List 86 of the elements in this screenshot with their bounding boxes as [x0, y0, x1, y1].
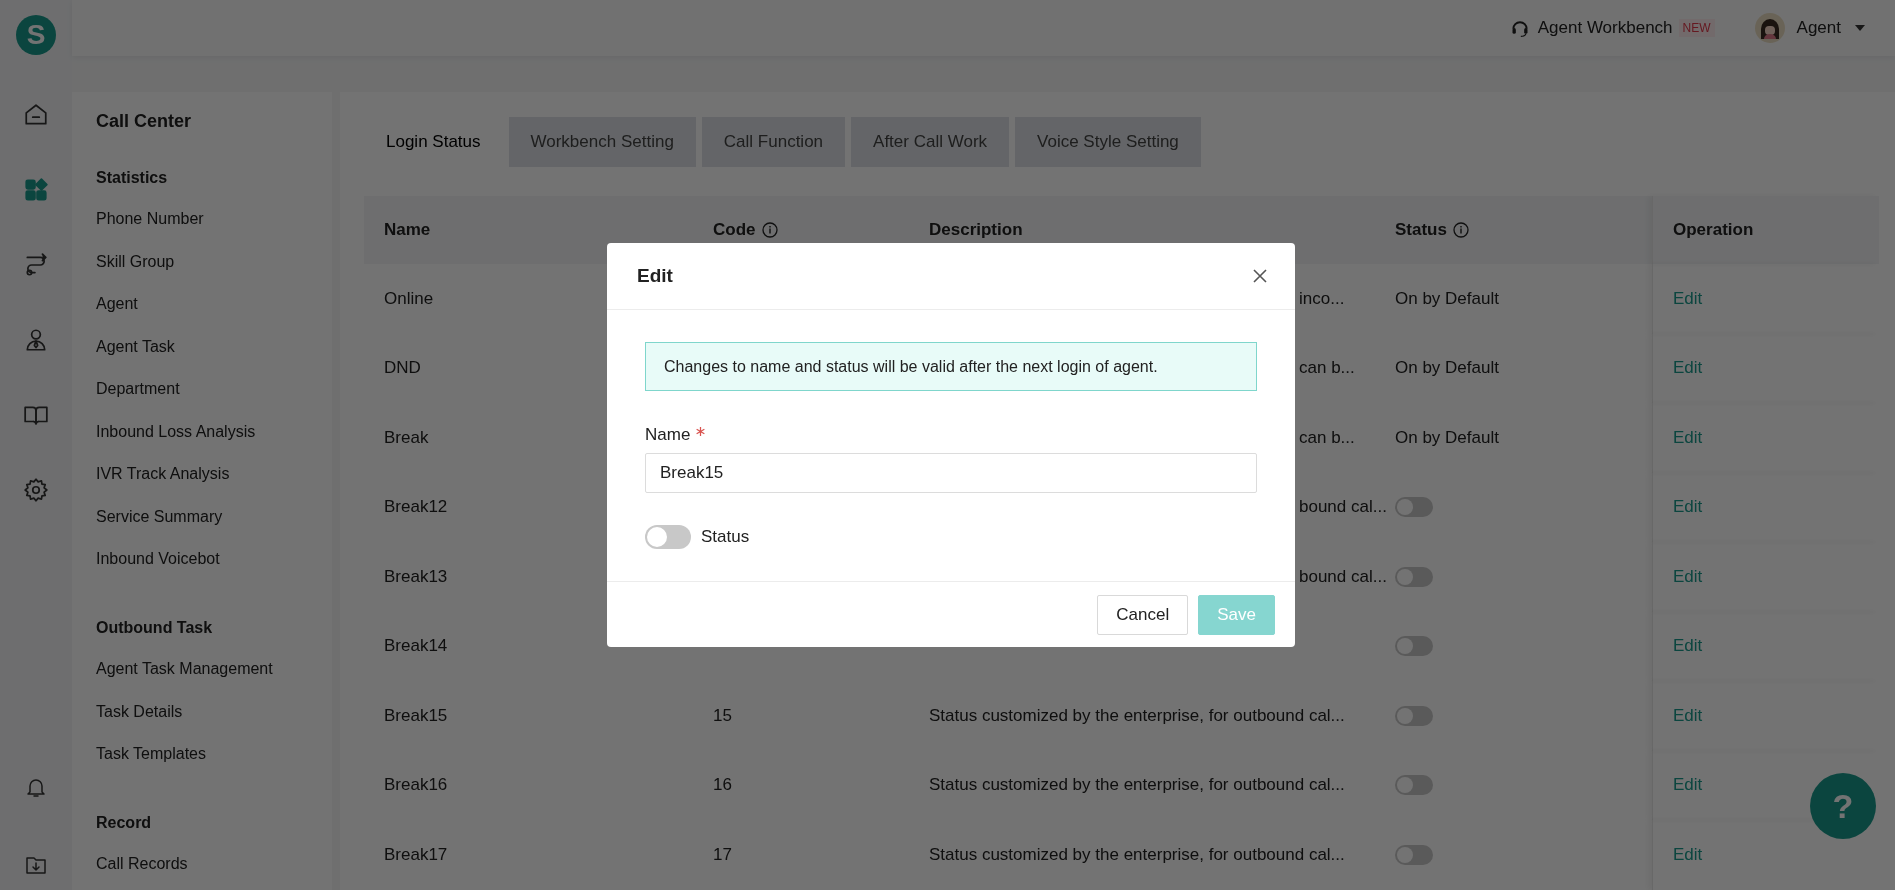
status-toggle[interactable]	[1395, 566, 1433, 587]
edit-link[interactable]: Edit	[1673, 705, 1703, 726]
sidebar-item[interactable]: Inbound Voicebot	[96, 549, 332, 592]
table-cell: DND	[384, 358, 421, 379]
edit-link[interactable]: Edit	[1673, 497, 1703, 518]
tab[interactable]: After Call Work	[851, 117, 1010, 167]
table-cell: 16	[713, 775, 732, 796]
table-cell: 17	[713, 844, 732, 865]
tab[interactable]: Call Function	[701, 117, 846, 167]
edit-link[interactable]: Edit	[1673, 636, 1703, 657]
table-cell: inco...	[1299, 288, 1345, 309]
field-label: Name	[645, 424, 691, 445]
status-toggle[interactable]	[1395, 497, 1433, 518]
table-cell: Online	[384, 288, 434, 309]
toggle-label: Status	[701, 527, 750, 547]
edit-link[interactable]: Edit	[1673, 775, 1703, 796]
status-toggle[interactable]	[645, 525, 691, 549]
edit-link[interactable]: Edit	[1673, 427, 1703, 448]
headset-icon	[1509, 18, 1530, 38]
table-cell: Status customized by the enterprise, for outbound cal...	[929, 844, 1345, 865]
column-header: Description	[929, 220, 1023, 240]
sidebar-title: Call Center	[96, 110, 193, 133]
table-cell: On by Default	[1395, 358, 1499, 379]
edit-link[interactable]: Edit	[1673, 358, 1703, 379]
sidebar-item[interactable]: Service Summary	[96, 506, 332, 549]
sidebar-item[interactable]: Agent Task	[96, 336, 332, 379]
sidebar-item[interactable]: Agent Task Management	[96, 659, 332, 702]
user-menu[interactable]: Agent	[1796, 18, 1841, 38]
agent-workbench-link[interactable]: Agent Workbench	[1537, 18, 1673, 38]
tab[interactable]: Voice Style Setting	[1015, 117, 1201, 167]
sidebar-item[interactable]: Agent	[96, 294, 332, 337]
table-cell: Break15	[384, 705, 448, 726]
info-notice: Changes to name and status will be valid after the next login of agent.	[645, 342, 1257, 391]
table-cell: 15	[713, 705, 732, 726]
table-cell: Break16	[384, 775, 448, 796]
info-icon[interactable]	[1452, 222, 1469, 238]
table-cell: On by Default	[1395, 427, 1499, 448]
close-icon[interactable]	[1253, 269, 1267, 283]
status-toggle[interactable]	[1395, 705, 1433, 726]
sidebar-item[interactable]: Task Templates	[96, 744, 332, 787]
table-cell: Break13	[384, 566, 448, 587]
settings-icon[interactable]	[23, 477, 49, 503]
sidebar-item[interactable]: Task Details	[96, 701, 332, 744]
new-badge: NEW	[1678, 19, 1715, 37]
column-header: Status	[1395, 220, 1447, 240]
sidebar-item[interactable]: Call Records	[96, 854, 332, 890]
home-icon[interactable]	[23, 102, 49, 128]
sidebar-item[interactable]: Inbound Loss Analysis	[96, 421, 332, 464]
status-toggle[interactable]	[1395, 844, 1433, 865]
avatar-icon[interactable]	[1754, 13, 1785, 43]
required-icon	[696, 427, 706, 436]
table-cell: Break17	[384, 844, 448, 865]
table-cell: Status customized by the enterprise, for outbound cal...	[929, 775, 1345, 796]
apps-icon[interactable]	[23, 177, 49, 203]
table-cell: Break12	[384, 497, 448, 518]
section-heading: Outbound Task	[96, 618, 214, 638]
section-heading: Statistics	[96, 168, 169, 188]
edit-link[interactable]: Edit	[1673, 844, 1703, 865]
sidebar-item[interactable]: Phone Number	[96, 209, 332, 252]
sidebar-item[interactable]: Skill Group	[96, 251, 332, 294]
column-header: Name	[384, 220, 431, 240]
cancel-button[interactable]: Cancel	[1097, 595, 1189, 635]
column-header: Code	[713, 220, 756, 240]
route-icon[interactable]	[23, 252, 49, 278]
table-cell: Status customized by the enterprise, for outbound cal...	[929, 705, 1345, 726]
section-heading: Record	[96, 813, 153, 833]
logo[interactable]: S	[16, 15, 56, 55]
table-cell: Break14	[384, 636, 448, 657]
sidebar-item[interactable]: Department	[96, 379, 332, 422]
edit-link[interactable]: Edit	[1673, 566, 1703, 587]
table-cell: bound cal...	[1299, 497, 1387, 518]
caret-icon[interactable]	[1855, 25, 1865, 31]
dialog-title: Edit	[637, 265, 673, 287]
tab[interactable]: Workbench Setting	[508, 117, 696, 167]
sidebar-item[interactable]: IVR Track Analysis	[96, 464, 332, 507]
table-cell: can b...	[1299, 427, 1355, 448]
table-cell: can b...	[1299, 358, 1355, 379]
edit-link[interactable]: Edit	[1673, 288, 1703, 309]
status-toggle[interactable]	[1395, 636, 1433, 657]
name-input-field[interactable]: Break15	[645, 453, 1257, 493]
table-cell: On by Default	[1395, 288, 1499, 309]
table-cell: Break	[384, 427, 429, 448]
status-toggle[interactable]	[1395, 775, 1433, 796]
table-cell: bound cal...	[1299, 566, 1387, 587]
info-icon[interactable]	[761, 222, 778, 238]
column-header: Operation	[1673, 220, 1754, 240]
